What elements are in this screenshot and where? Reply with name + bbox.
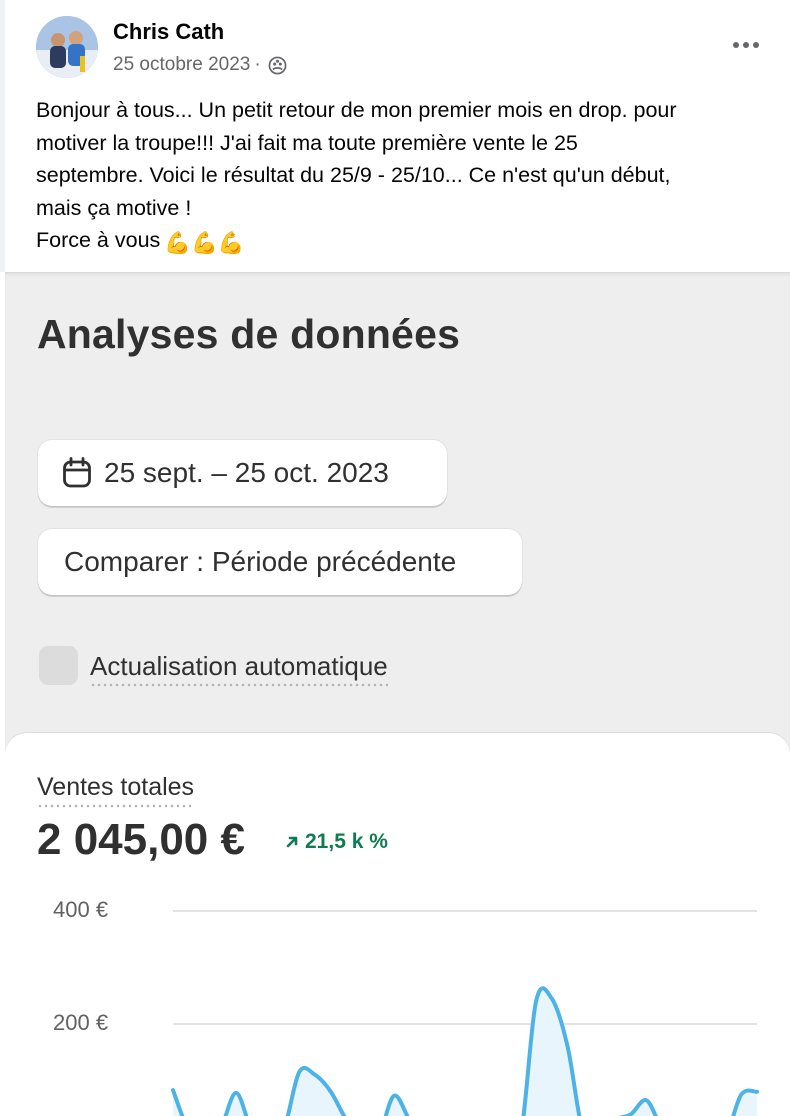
page-title: Analyses de données [37,311,461,357]
post-date[interactable]: 25 octobre 2023 [113,54,250,76]
data-point[interactable] [641,1094,653,1106]
date-range-button[interactable]: 25 sept. – 25 oct. 2023 [38,440,447,506]
data-point[interactable] [388,1090,400,1102]
post-line-last: Force à vous 💪💪💪 [36,224,781,260]
compare-label: Comparer : Période précédente [64,546,457,577]
data-point[interactable] [167,1084,179,1096]
post-line: motiver la troupe!!! J'ai fait ma toute … [36,130,578,155]
post-body: Bonjour à tous... Un petit retour de mon… [36,94,781,260]
more-options-icon[interactable] [731,30,761,60]
post-line: Force à vous [36,228,161,252]
author-avatar[interactable] [36,16,98,78]
data-point[interactable] [325,1086,337,1098]
post-line: mais ça motive ! [36,195,192,220]
author-name[interactable]: Chris Cath [113,19,224,45]
data-point[interactable] [562,1041,574,1053]
data-point[interactable] [530,995,542,1007]
flexed-biceps-emoji: 💪💪💪 [164,231,245,255]
total-sales-card: Ventes totales 2 045,00 € 21,5 k % 400 €… [5,733,790,1116]
data-point[interactable] [735,1089,747,1101]
sales-series-line[interactable] [171,986,759,1116]
data-point[interactable] [230,1087,242,1099]
data-point[interactable] [293,1066,305,1078]
compare-button[interactable]: Comparer : Période précédente [38,529,522,595]
data-point[interactable] [751,1086,763,1098]
post-line: Bonjour à tous... Un petit retour de mon… [36,98,677,122]
analytics-screenshot: Analyses de données 25 sept. – 25 oct. 2… [5,272,790,1116]
data-point[interactable] [309,1069,321,1081]
post-meta: 25 octobre 2023 · [113,54,287,76]
sales-line-chart [167,910,763,1116]
auto-refresh-checkbox[interactable] [39,646,78,685]
auto-refresh-label[interactable]: Actualisation automatique [90,651,388,687]
date-range-label: 25 sept. – 25 oct. 2023 [104,457,389,488]
meta-separator: · [254,54,261,75]
facebook-post: Chris Cath 25 octobre 2023 · Bonjour à t… [0,0,790,272]
post-line: septembre. Voici le résultat du 25/9 - 2… [36,163,671,187]
sales-area-fill [173,988,757,1116]
calendar-icon [63,457,91,488]
audience-icon[interactable] [268,56,287,75]
data-point[interactable] [546,993,558,1005]
